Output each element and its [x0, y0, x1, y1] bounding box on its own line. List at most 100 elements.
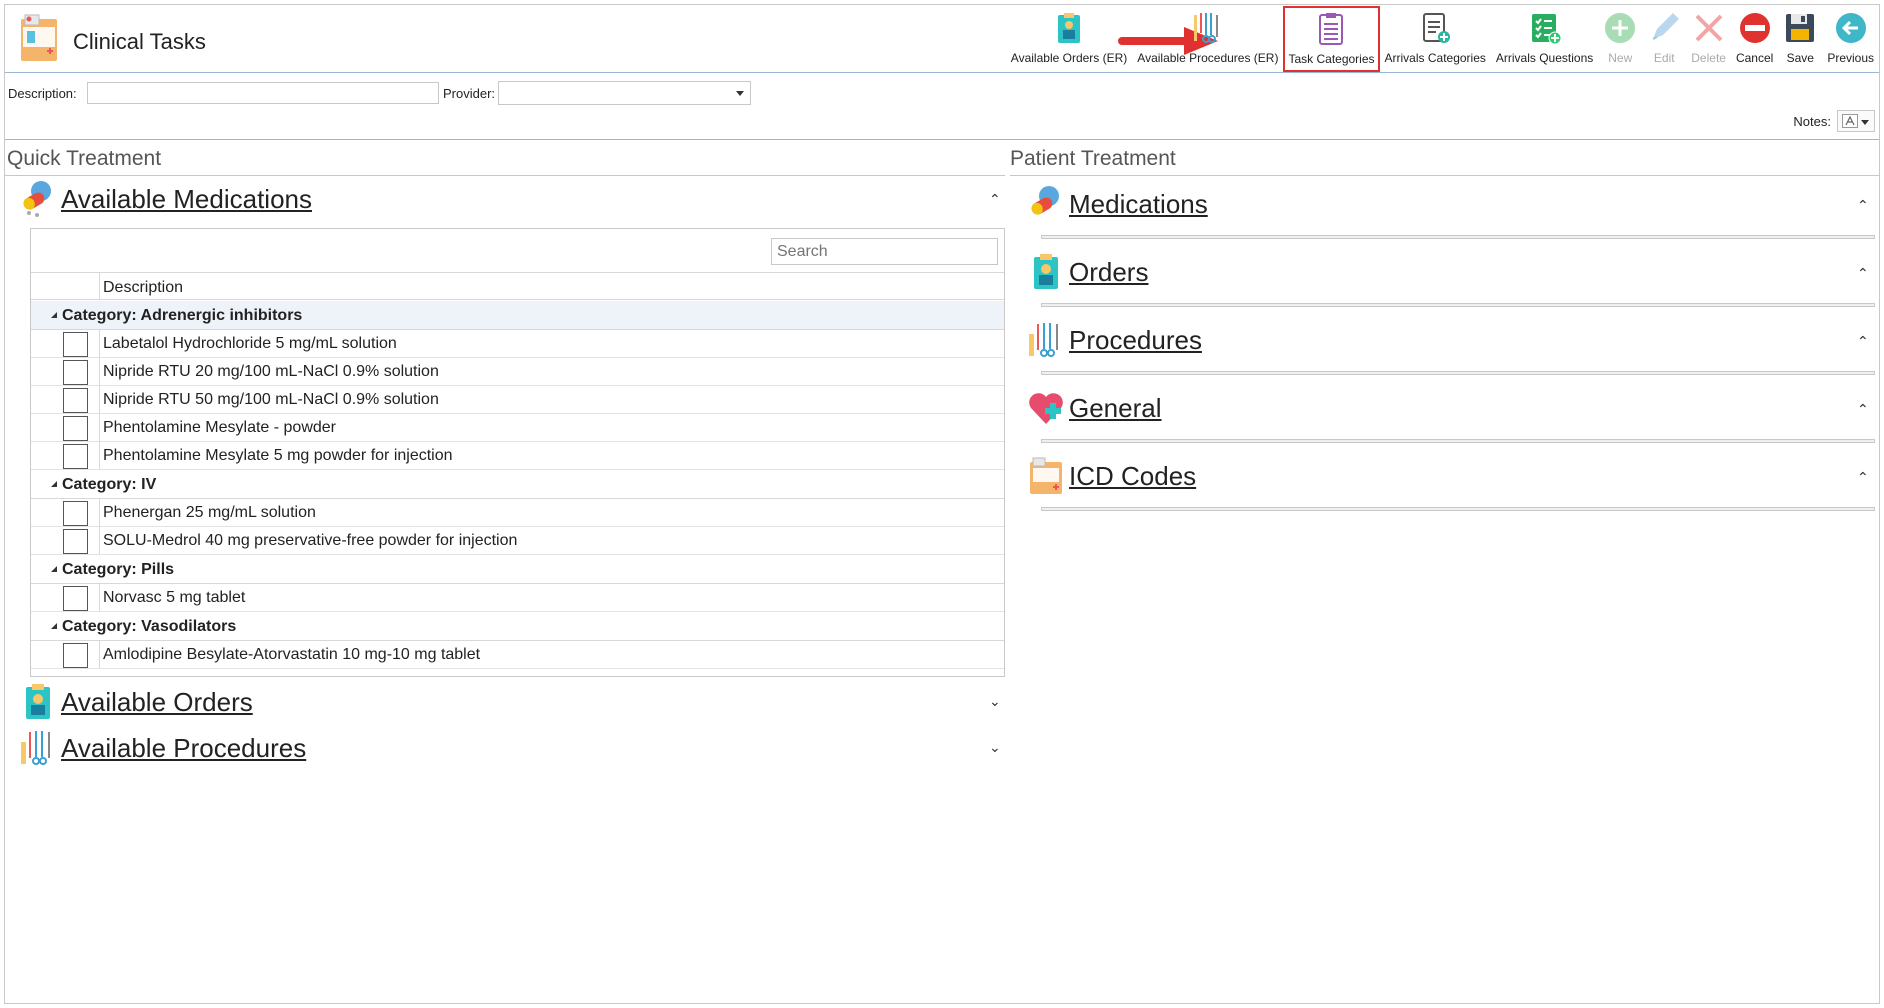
- orders-title[interactable]: Orders: [1069, 257, 1148, 288]
- general-title[interactable]: General: [1069, 393, 1162, 424]
- arrivals-categories-button[interactable]: Arrivals Categories: [1380, 5, 1491, 73]
- chevron-down-icon[interactable]: ⌄: [989, 739, 1001, 756]
- category-row[interactable]: Category: Adrenergic inhibitors: [31, 301, 1004, 330]
- description-input[interactable]: [87, 82, 439, 104]
- row-description: SOLU-Medrol 40 mg preservative-free powd…: [103, 532, 518, 549]
- icd-codes-header[interactable]: ICD Codes: [1027, 456, 1196, 496]
- category-row[interactable]: Category: Vasodilators: [31, 612, 1004, 641]
- clipboard-doctor-icon: [1058, 13, 1081, 43]
- collapse-triangle-icon[interactable]: [51, 623, 57, 629]
- provider-select[interactable]: [498, 81, 751, 105]
- header: Clinical Tasks Available Orders (ER) Ava…: [5, 5, 1879, 73]
- chevron-up-icon[interactable]: ⌃: [1857, 469, 1869, 486]
- toolbar: Available Orders (ER) Available Procedur…: [1006, 5, 1879, 73]
- row-description: Norvasc 5 mg tablet: [103, 589, 246, 606]
- cancel-button[interactable]: Cancel: [1731, 5, 1778, 73]
- collapse-triangle-icon[interactable]: [51, 566, 57, 572]
- available-orders-title[interactable]: Available Orders: [61, 687, 253, 718]
- table-row[interactable]: Nipride RTU 50 mg/100 mL-NaCl 0.9% solut…: [31, 386, 1004, 414]
- available-procedures-er-button[interactable]: Available Procedures (ER): [1132, 5, 1283, 73]
- chevron-up-icon[interactable]: ⌃: [1857, 197, 1869, 214]
- row-checkbox[interactable]: [63, 360, 88, 385]
- toolbar-label: Edit: [1653, 51, 1675, 65]
- grid-header: Description: [31, 272, 1004, 300]
- clipboard-doctor-icon: [26, 684, 50, 719]
- section-separator: [1041, 303, 1875, 307]
- arrivals-questions-button[interactable]: Arrivals Questions: [1491, 5, 1598, 73]
- available-medications-title[interactable]: Available Medications: [61, 184, 312, 215]
- row-description: Phentolamine Mesylate - powder: [103, 419, 337, 436]
- collapse-triangle-icon[interactable]: [51, 481, 57, 487]
- app-window: Clinical Tasks Available Orders (ER) Ava…: [4, 4, 1880, 1004]
- row-checkbox[interactable]: [63, 501, 88, 526]
- available-procedures-header[interactable]: Available Procedures: [19, 728, 306, 768]
- category-row[interactable]: Category: Pills: [31, 555, 1004, 584]
- category-label: Category: Pills: [62, 561, 175, 578]
- available-orders-er-button[interactable]: Available Orders (ER): [1006, 5, 1132, 73]
- notes-label: Notes:: [1793, 114, 1831, 129]
- medications-header[interactable]: Medications: [1027, 184, 1208, 224]
- table-row[interactable]: Labetalol Hydrochloride 5 mg/mL solution: [31, 330, 1004, 358]
- icd-codes-title[interactable]: ICD Codes: [1069, 461, 1196, 492]
- folder-medical-icon: [21, 14, 57, 61]
- task-categories-button[interactable]: Task Categories: [1283, 6, 1380, 72]
- row-checkbox[interactable]: [63, 643, 88, 668]
- table-row[interactable]: Amlodipine Besylate-Atorvastatin 10 mg-1…: [31, 641, 1004, 669]
- row-description: Labetalol Hydrochloride 5 mg/mL solution: [103, 335, 397, 352]
- table-row[interactable]: Phentolamine Mesylate - powder: [31, 414, 1004, 442]
- row-checkbox[interactable]: [63, 332, 88, 357]
- procedures-title[interactable]: Procedures: [1069, 325, 1202, 356]
- notes-dropdown-button[interactable]: [1837, 110, 1875, 132]
- row-checkbox[interactable]: [63, 416, 88, 441]
- chevron-up-icon[interactable]: ⌃: [1857, 265, 1869, 282]
- filter-bar: Description: Provider: Notes:: [5, 74, 1879, 140]
- row-checkbox[interactable]: [63, 586, 88, 611]
- new-button[interactable]: New: [1598, 5, 1642, 73]
- table-row[interactable]: Phentolamine Mesylate 5 mg powder for in…: [31, 442, 1004, 470]
- available-procedures-title[interactable]: Available Procedures: [61, 733, 306, 764]
- divider: [5, 175, 1005, 176]
- table-row[interactable]: Nipride RTU 20 mg/100 mL-NaCl 0.9% solut…: [31, 358, 1004, 386]
- chevron-up-icon[interactable]: ⌃: [1857, 401, 1869, 418]
- category-row[interactable]: Category: IV: [31, 470, 1004, 499]
- search-input[interactable]: [771, 238, 998, 265]
- surgical-tools-icon: [21, 731, 50, 765]
- grid-rows: Category: Adrenergic inhibitors Labetalo…: [31, 301, 1004, 669]
- section-separator: [1041, 439, 1875, 443]
- previous-button[interactable]: Previous: [1822, 5, 1879, 73]
- divider: [1010, 175, 1880, 176]
- chevron-down-icon: [1861, 120, 1869, 125]
- delete-button[interactable]: Delete: [1686, 5, 1731, 73]
- row-checkbox[interactable]: [63, 444, 88, 469]
- orders-header[interactable]: Orders: [1027, 252, 1148, 292]
- row-checkbox[interactable]: [63, 529, 88, 554]
- save-button[interactable]: Save: [1778, 5, 1822, 73]
- available-orders-header[interactable]: Available Orders: [19, 682, 253, 722]
- row-description: Phentolamine Mesylate 5 mg powder for in…: [103, 447, 453, 464]
- surgical-tools-icon: [1193, 13, 1218, 43]
- procedures-header[interactable]: Procedures: [1027, 320, 1202, 360]
- toolbar-label: Task Categories: [1288, 52, 1375, 66]
- toolbar-label: Arrivals Categories: [1384, 51, 1486, 65]
- edit-button[interactable]: Edit: [1642, 5, 1686, 73]
- medications-grid: Description Category: Adrenergic inhibit…: [30, 228, 1005, 677]
- collapse-triangle-icon[interactable]: [51, 312, 57, 318]
- category-label: Category: Adrenergic inhibitors: [62, 307, 303, 324]
- table-row[interactable]: Norvasc 5 mg tablet: [31, 584, 1004, 612]
- chevron-down-icon[interactable]: ⌄: [989, 693, 1001, 710]
- font-color-icon: [1842, 114, 1858, 128]
- plus-circle-icon: [1605, 13, 1636, 43]
- chevron-up-icon[interactable]: ⌃: [989, 191, 1001, 208]
- pencil-icon: [1652, 13, 1680, 40]
- table-row[interactable]: SOLU-Medrol 40 mg preservative-free powd…: [31, 527, 1004, 555]
- available-medications-header[interactable]: Available Medications: [19, 179, 312, 219]
- medications-title[interactable]: Medications: [1069, 189, 1208, 220]
- row-checkbox[interactable]: [63, 388, 88, 413]
- toolbar-label: Previous: [1827, 51, 1874, 65]
- table-row[interactable]: Phenergan 25 mg/mL solution: [31, 499, 1004, 527]
- chevron-down-icon: [736, 91, 744, 96]
- general-header[interactable]: General: [1027, 388, 1162, 428]
- column-header-description[interactable]: Description: [103, 279, 183, 297]
- toolbar-label: New: [1608, 51, 1633, 65]
- chevron-up-icon[interactable]: ⌃: [1857, 333, 1869, 350]
